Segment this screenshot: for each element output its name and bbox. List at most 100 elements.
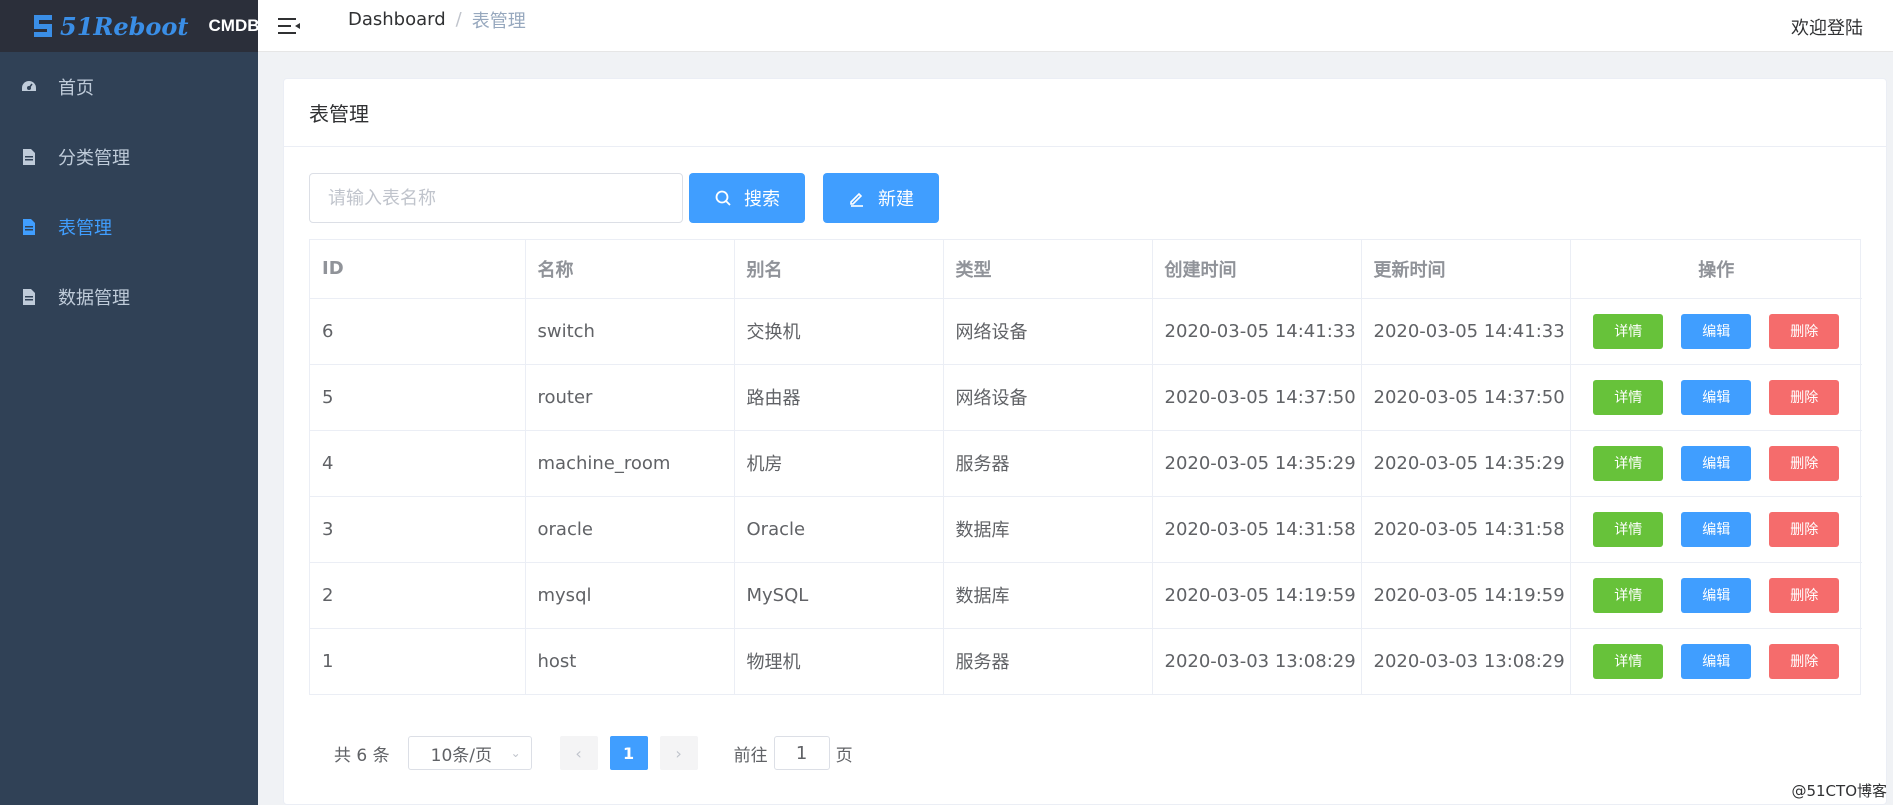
prev-page-button[interactable]: ‹ (559, 736, 598, 770)
edit-button[interactable]: 编辑 (1681, 577, 1752, 613)
watermark: @51CTO博客 (1791, 782, 1887, 800)
card-title: 表管理 (284, 79, 1886, 147)
sidebar-item-home[interactable]: 首页 (0, 52, 258, 122)
cell-type: 服务器 (943, 628, 1153, 694)
goto-page-input[interactable] (773, 736, 830, 770)
sidebar-item-label: 表管理 (58, 218, 112, 239)
sidebar-item-category[interactable]: 分类管理 (0, 122, 258, 192)
column-header: 更新时间 (1361, 240, 1571, 299)
table-row: 4 machine_room 机房 服务器 2020-03-05 14:35:2… (310, 430, 1862, 497)
page-size-select[interactable]: 10条/页 ⌄ (407, 736, 532, 770)
detail-button[interactable]: 详情 (1593, 313, 1664, 349)
page-number-button[interactable]: 1 (609, 736, 648, 770)
new-button[interactable]: 新建 (823, 173, 939, 223)
sidebar: 51Reboot CMDB 首页 分类管理 表管理 数据管理 (0, 0, 260, 805)
column-header: 名称 (525, 240, 735, 299)
hamburger-icon[interactable] (278, 16, 300, 36)
cell-name: machine_room (525, 430, 735, 497)
sidebar-item-data[interactable]: 数据管理 (0, 262, 258, 332)
content-card: 表管理 搜索 新建 ID 名称 别名 类型 (283, 78, 1887, 805)
cell-id: 1 (310, 628, 526, 694)
cell-updated: 2020-03-05 14:35:29 (1361, 430, 1571, 497)
detail-button[interactable]: 详情 (1593, 577, 1664, 613)
welcome-text[interactable]: 欢迎登陆 (1791, 14, 1863, 40)
cell-actions: 详情 编辑 删除 (1570, 430, 1862, 497)
chevron-left-icon: ‹ (575, 743, 582, 763)
table-row: 6 switch 交换机 网络设备 2020-03-05 14:41:33 20… (310, 298, 1862, 365)
pagination: 共 6 条 10条/页 ⌄ ‹ 1 › 前往 页 (334, 736, 853, 770)
table-row: 5 router 路由器 网络设备 2020-03-05 14:37:50 20… (310, 364, 1862, 431)
edit-button[interactable]: 编辑 (1681, 445, 1752, 481)
cell-alias: 机房 (734, 430, 944, 497)
table-row: 3 oracle Oracle 数据库 2020-03-05 14:31:58 … (310, 496, 1862, 563)
breadcrumb-home[interactable]: Dashboard (348, 9, 446, 30)
edit-button[interactable]: 编辑 (1681, 379, 1752, 415)
cell-created: 2020-03-05 14:19:59 (1152, 562, 1362, 629)
cell-type: 数据库 (943, 562, 1153, 629)
sidebar-item-label: 首页 (58, 78, 94, 99)
cell-id: 3 (310, 496, 526, 563)
sidebar-item-label: 分类管理 (58, 148, 130, 169)
cell-updated: 2020-03-05 14:31:58 (1361, 496, 1571, 563)
cell-type: 网络设备 (943, 364, 1153, 431)
edit-button[interactable]: 编辑 (1681, 313, 1752, 349)
delete-button[interactable]: 删除 (1769, 445, 1840, 481)
cell-actions: 详情 编辑 删除 (1570, 496, 1862, 563)
goto-label: 前往 (733, 745, 768, 766)
next-page-button[interactable]: › (659, 736, 698, 770)
cell-actions: 详情 编辑 删除 (1570, 562, 1862, 629)
search-input[interactable] (309, 173, 683, 223)
column-header: 别名 (734, 240, 944, 299)
cell-alias: 交换机 (734, 298, 944, 365)
edit-icon (848, 189, 866, 207)
new-button-label: 新建 (878, 189, 914, 210)
logo[interactable]: 51Reboot CMDB (0, 0, 260, 52)
pagination-total: 共 6 条 (334, 745, 390, 766)
edit-button[interactable]: 编辑 (1681, 511, 1752, 547)
cell-alias: 物理机 (734, 628, 944, 694)
detail-button[interactable]: 详情 (1593, 445, 1664, 481)
cell-created: 2020-03-05 14:35:29 (1152, 430, 1362, 497)
cell-alias: MySQL (734, 562, 944, 629)
page-unit-label: 页 (835, 745, 853, 766)
cell-updated: 2020-03-05 14:41:33 (1361, 298, 1571, 365)
column-header: 创建时间 (1152, 240, 1362, 299)
search-icon (714, 189, 732, 207)
toolbar: 搜索 新建 (309, 173, 939, 223)
cell-id: 4 (310, 430, 526, 497)
cell-id: 2 (310, 562, 526, 629)
data-table: ID 名称 别名 类型 创建时间 更新时间 操作 6 switch 交换机 网络… (309, 239, 1862, 695)
table-header-row: ID 名称 别名 类型 创建时间 更新时间 操作 (310, 240, 1862, 299)
delete-button[interactable]: 删除 (1769, 643, 1840, 679)
cell-alias: 路由器 (734, 364, 944, 431)
cell-created: 2020-03-05 14:41:33 (1152, 298, 1362, 365)
sidebar-item-tables[interactable]: 表管理 (0, 192, 258, 262)
cell-id: 5 (310, 364, 526, 431)
detail-button[interactable]: 详情 (1593, 643, 1664, 679)
detail-button[interactable]: 详情 (1593, 511, 1664, 547)
breadcrumb: Dashboard / 表管理 (348, 7, 526, 33)
cell-actions: 详情 编辑 删除 (1570, 298, 1862, 365)
cell-type: 网络设备 (943, 298, 1153, 365)
delete-button[interactable]: 删除 (1769, 379, 1840, 415)
breadcrumb-separator: / (455, 9, 462, 30)
table-row: 1 host 物理机 服务器 2020-03-03 13:08:29 2020-… (310, 628, 1862, 694)
cell-alias: Oracle (734, 496, 944, 563)
column-header: ID (310, 240, 526, 299)
delete-button[interactable]: 删除 (1769, 511, 1840, 547)
delete-button[interactable]: 删除 (1769, 313, 1840, 349)
cell-name: oracle (525, 496, 735, 563)
delete-button[interactable]: 删除 (1769, 577, 1840, 613)
search-button[interactable]: 搜索 (689, 173, 805, 223)
table-row: 2 mysql MySQL 数据库 2020-03-05 14:19:59 20… (310, 562, 1862, 629)
sidebar-menu: 首页 分类管理 表管理 数据管理 (0, 52, 258, 332)
cell-updated: 2020-03-05 14:19:59 (1361, 562, 1571, 629)
page-size-value: 10条/页 (430, 745, 492, 766)
search-button-label: 搜索 (744, 189, 780, 210)
edit-button[interactable]: 编辑 (1681, 643, 1752, 679)
cell-created: 2020-03-05 14:31:58 (1152, 496, 1362, 563)
document-icon (20, 148, 38, 166)
detail-button[interactable]: 详情 (1593, 379, 1664, 415)
breadcrumb-current: 表管理 (471, 10, 526, 32)
chevron-down-icon: ⌄ (510, 746, 521, 760)
